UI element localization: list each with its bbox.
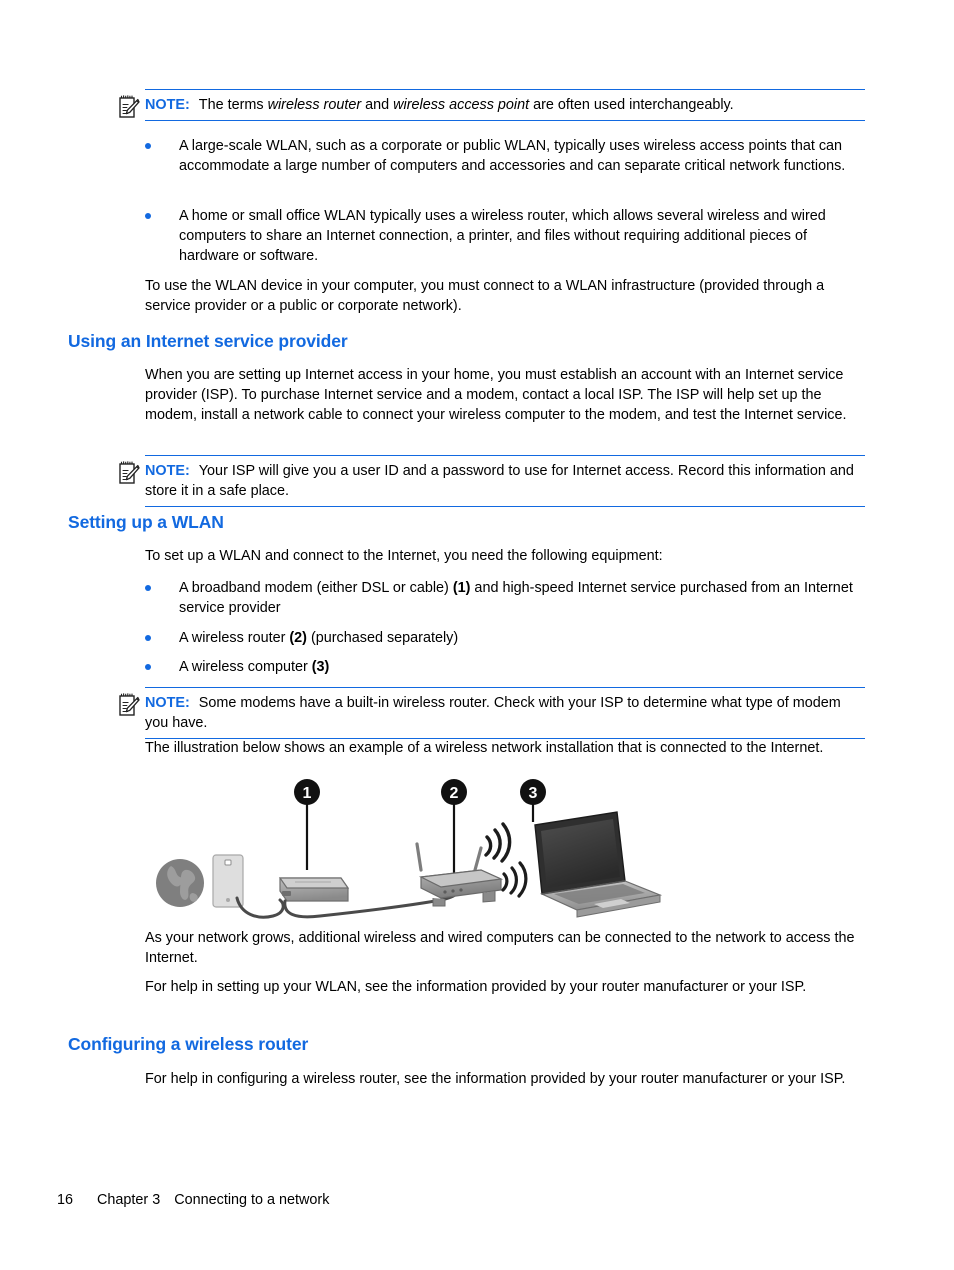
note-callout-modem: NOTE: Some modems have a built-in wireles… xyxy=(119,687,865,739)
callout-ref: (2) xyxy=(289,630,307,646)
list-item: A broadband modem (either DSL or cable) … xyxy=(145,578,863,618)
equipment-pre: A broadband modem (either DSL or cable) xyxy=(179,580,453,596)
bullet-icon xyxy=(145,664,151,670)
list-item-label: A home or small office WLAN typically us… xyxy=(179,208,826,264)
footer-chapter-title: Connecting to a network xyxy=(174,1192,330,1208)
wifi-waves xyxy=(501,861,528,898)
equipment-post: (purchased separately) xyxy=(306,630,459,646)
section-heading-isp: Using an Internet service provider xyxy=(68,331,348,351)
wifi-waves xyxy=(484,822,512,863)
document-page: NOTE: The terms wireless router and wirel… xyxy=(0,0,954,1270)
callout-badge-2: 2 xyxy=(441,779,467,805)
note-callout-isp: NOTE: Your ISP will give you a user ID an… xyxy=(119,455,865,507)
bullet-icon xyxy=(145,635,151,641)
note-label: NOTE: xyxy=(145,695,190,711)
list-item: A large-scale WLAN, such as a corporate … xyxy=(145,136,863,176)
laptop-computer xyxy=(534,811,663,918)
note-terms-pre: The terms xyxy=(198,97,268,113)
note-modem-body: Some modems have a built-in wireless rou… xyxy=(145,695,841,731)
section-heading-setup-wlan: Setting up a WLAN xyxy=(68,512,224,532)
broadband-modem xyxy=(278,877,350,902)
note-callout-terms: NOTE: The terms wireless router and wirel… xyxy=(119,89,865,121)
page-footer: 16 Chapter 3 Connecting to a network xyxy=(57,1192,329,1208)
note-terms-em2: wireless access point xyxy=(393,97,530,113)
illustration-intro: The illustration below shows an example … xyxy=(145,740,824,756)
callout-ref: (3) xyxy=(311,659,330,675)
bullet-icon xyxy=(145,585,151,591)
list-item: A wireless computer (3) xyxy=(145,657,863,677)
list-item: A home or small office WLAN typically us… xyxy=(145,206,863,266)
wlan-network-illustration: 1 2 3 xyxy=(145,778,665,928)
note-text-modem: NOTE: Some modems have a built-in wireles… xyxy=(145,693,865,733)
callout-badge-3: 3 xyxy=(520,779,546,805)
setup-wlan-intro: To set up a WLAN and connect to the Inte… xyxy=(145,548,663,564)
list-item: A wireless router (2) (purchased separat… xyxy=(145,628,863,648)
callout-number-1: 1 xyxy=(303,785,312,802)
section-paragraph-config-router: For help in configuring a wireless route… xyxy=(145,1071,846,1087)
callout-number-2: 2 xyxy=(450,785,459,802)
cable-jack-to-modem xyxy=(235,896,285,919)
section-heading-config-router: Configuring a wireless router xyxy=(68,1034,309,1054)
intro-paragraph: To use the WLAN device in your computer,… xyxy=(145,278,825,314)
note-terms-em1: wireless router xyxy=(267,97,362,113)
equipment-pre: A wireless router xyxy=(179,630,290,646)
note-icon xyxy=(118,461,140,485)
note-text-terms: NOTE: The terms wireless router and wirel… xyxy=(145,95,865,115)
list-item-label: A wireless computer (3) xyxy=(145,657,863,677)
note-terms-post: are often used interchangeably. xyxy=(529,97,734,113)
equipment-pre: A wireless computer xyxy=(179,659,312,675)
bullet-icon xyxy=(145,213,151,219)
after-illustration-paragraph-2: For help in setting up your WLAN, see th… xyxy=(145,979,807,995)
list-item-label: A broadband modem (either DSL or cable) … xyxy=(145,578,863,618)
section-paragraph-isp: When you are setting up Internet access … xyxy=(145,367,847,423)
list-item-label: A large-scale WLAN, such as a corporate … xyxy=(179,138,846,174)
footer-chapter: Chapter 3 xyxy=(97,1192,161,1208)
callout-ref: (1) xyxy=(452,580,471,596)
callout-number-3: 3 xyxy=(529,785,538,802)
note-terms-mid: and xyxy=(361,97,394,113)
note-icon xyxy=(118,693,140,717)
page-number: 16 xyxy=(57,1192,74,1208)
note-text-isp: NOTE: Your ISP will give you a user ID an… xyxy=(145,461,865,501)
note-isp-body: Your ISP will give you a user ID and a p… xyxy=(145,463,854,499)
list-item-label: A wireless router (2) (purchased separat… xyxy=(145,628,863,648)
globe-icon xyxy=(156,859,204,907)
bullet-icon xyxy=(145,143,151,149)
after-illustration-paragraph-1: As your network grows, additional wirele… xyxy=(145,930,855,966)
note-label: NOTE: xyxy=(145,97,190,113)
callout-badge-1: 1 xyxy=(294,779,320,805)
note-icon xyxy=(118,95,140,119)
note-label: NOTE: xyxy=(145,463,190,479)
